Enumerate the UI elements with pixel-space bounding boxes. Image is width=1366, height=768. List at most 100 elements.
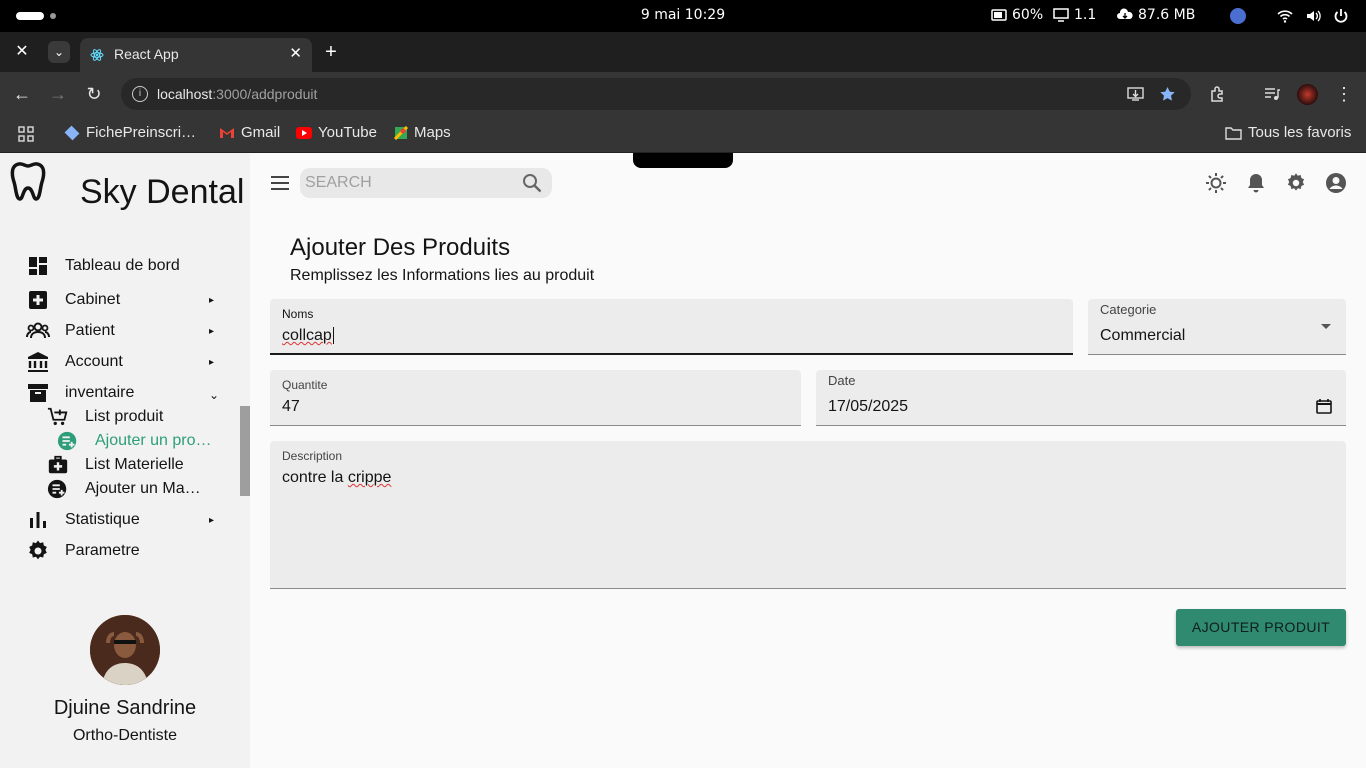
monitor-icon bbox=[1053, 8, 1069, 22]
description-field[interactable]: Description contre la crippe bbox=[270, 441, 1346, 589]
search-icon[interactable] bbox=[522, 173, 542, 193]
media-control-icon[interactable] bbox=[1263, 85, 1281, 103]
description-value[interactable]: contre la crippe bbox=[282, 469, 391, 487]
date-value[interactable]: 17/05/2025 bbox=[828, 398, 908, 416]
sidebar-item-parametre[interactable]: Parametre bbox=[26, 538, 140, 564]
screen-notch bbox=[633, 153, 733, 168]
tab-search-icon[interactable]: ⌄ bbox=[48, 41, 70, 63]
reload-icon[interactable]: ↻ bbox=[83, 83, 105, 105]
medical-kit-icon bbox=[48, 455, 68, 474]
calendar-icon[interactable] bbox=[1316, 398, 1332, 414]
app-indicator-icon[interactable] bbox=[1230, 8, 1246, 24]
sidebar-item-inventaire[interactable]: inventaire bbox=[26, 380, 134, 406]
bookmark-maps[interactable]: Maps bbox=[394, 124, 451, 141]
apps-grid-icon[interactable] bbox=[18, 126, 34, 142]
cube-icon bbox=[64, 125, 80, 140]
gmail-icon bbox=[220, 127, 234, 138]
address-bar[interactable]: i localhost:3000/addproduit bbox=[121, 78, 1191, 110]
search-placeholder: SEARCH bbox=[305, 174, 372, 191]
sidebar-subitem-list-produit[interactable]: List produit bbox=[47, 405, 163, 429]
date-field[interactable]: Date 17/05/2025 bbox=[816, 370, 1346, 426]
new-tab-icon[interactable]: + bbox=[320, 41, 342, 63]
sidebar: Sky Dental Tableau de bord Cabinet ▸ Pat… bbox=[0, 153, 250, 768]
battery-icon bbox=[991, 9, 1007, 21]
os-status-bar: 9 mai 10:29 60% 1.1 87.6 MB bbox=[0, 0, 1366, 32]
chevron-right-icon[interactable]: ▸ bbox=[209, 515, 214, 526]
sidebar-subitem-list-materielle[interactable]: List Materielle bbox=[47, 453, 184, 477]
all-bookmarks-folder[interactable]: Tous les favoris bbox=[1225, 124, 1351, 141]
bookmark-youtube[interactable]: YouTube bbox=[296, 124, 377, 141]
sidebar-item-statistique[interactable]: Statistique bbox=[26, 507, 140, 533]
quantite-field[interactable]: Quantite 47 bbox=[270, 370, 801, 426]
noms-label: Noms bbox=[282, 307, 314, 321]
description-label: Description bbox=[282, 449, 343, 463]
sidebar-item-account[interactable]: Account bbox=[26, 349, 123, 375]
sidebar-item-patient[interactable]: Patient bbox=[26, 318, 115, 344]
back-icon[interactable]: ← bbox=[11, 83, 33, 105]
power-icon[interactable] bbox=[1333, 8, 1349, 24]
memory-status: 87.6 MB bbox=[1116, 7, 1195, 23]
account-circle-icon[interactable] bbox=[1325, 172, 1347, 194]
chevron-right-icon[interactable]: ▸ bbox=[209, 295, 214, 306]
quantite-value[interactable]: 47 bbox=[282, 398, 300, 416]
sidebar-subitem-ajouter-produit[interactable]: Ajouter un pro… bbox=[57, 429, 212, 453]
display-status: 1.1 bbox=[1052, 7, 1096, 23]
chevron-down-icon[interactable]: ⌄ bbox=[209, 388, 219, 402]
install-app-icon[interactable] bbox=[1127, 86, 1144, 102]
avatar[interactable] bbox=[90, 615, 160, 685]
group-icon bbox=[26, 322, 50, 339]
settings-gear-icon[interactable] bbox=[1285, 172, 1307, 194]
categorie-select[interactable]: Categorie Commercial bbox=[1088, 299, 1346, 355]
sidebar-subitem-ajouter-materiel[interactable]: Ajouter un Ma… bbox=[47, 477, 201, 501]
user-role: Ortho-Dentiste bbox=[72, 727, 178, 744]
sidebar-item-tableau-de-bord[interactable]: Tableau de bord bbox=[26, 253, 180, 279]
react-logo-icon bbox=[90, 49, 104, 61]
hamburger-menu-icon[interactable] bbox=[270, 173, 290, 193]
chevron-right-icon[interactable]: ▸ bbox=[209, 357, 214, 368]
categorie-value: Commercial bbox=[1100, 327, 1186, 344]
extensions-icon[interactable] bbox=[1209, 85, 1227, 103]
playlist-add-icon bbox=[57, 431, 77, 451]
sidebar-item-cabinet[interactable]: Cabinet bbox=[26, 287, 120, 313]
dropdown-arrow-icon[interactable] bbox=[1320, 323, 1332, 331]
ajouter-produit-button[interactable]: AJOUTER PRODUIT bbox=[1176, 609, 1346, 646]
sidebar-scrollbar[interactable] bbox=[240, 406, 250, 496]
tab-react-app[interactable]: React App ✕ bbox=[80, 38, 312, 72]
memory-value: 87.6 MB bbox=[1138, 7, 1196, 23]
browser-tab-strip: ✕ ⌄ React App ✕ + bbox=[0, 32, 1366, 72]
medical-plus-icon bbox=[29, 291, 47, 309]
forward-icon[interactable]: → bbox=[47, 83, 69, 105]
theme-toggle-icon[interactable] bbox=[1205, 172, 1227, 194]
noms-field[interactable]: Noms collcap bbox=[270, 299, 1073, 355]
archive-icon bbox=[28, 384, 48, 402]
bar-chart-icon bbox=[30, 512, 46, 528]
playlist-add-icon bbox=[47, 479, 67, 499]
quantite-label: Quantite bbox=[282, 378, 328, 392]
close-window-icon[interactable]: ✕ bbox=[11, 41, 33, 63]
user-name: Djuine Sandrine bbox=[53, 697, 197, 719]
search-input[interactable]: SEARCH bbox=[300, 168, 552, 198]
close-tab-icon[interactable]: ✕ bbox=[289, 44, 302, 62]
dashboard-icon bbox=[29, 257, 47, 275]
notifications-bell-icon[interactable] bbox=[1245, 172, 1267, 194]
bookmark-fichepreinscri[interactable]: FichePreinscri… bbox=[64, 124, 196, 141]
youtube-icon bbox=[296, 126, 312, 139]
page-subtitle: Remplissez les Informations lies au prod… bbox=[290, 267, 595, 284]
page-title: Ajouter Des Produits bbox=[290, 234, 511, 261]
profile-avatar-icon[interactable] bbox=[1297, 84, 1318, 105]
bookmarks-bar: FichePreinscri… Gmail YouTube Maps Tous … bbox=[0, 116, 1366, 153]
url-text[interactable]: localhost:3000/addproduit bbox=[157, 86, 317, 102]
bookmark-gmail[interactable]: Gmail bbox=[219, 124, 280, 141]
bookmark-star-icon[interactable] bbox=[1159, 86, 1176, 102]
wifi-icon[interactable] bbox=[1277, 8, 1293, 24]
noms-value[interactable]: collcap bbox=[282, 327, 334, 345]
date-label: Date bbox=[828, 373, 856, 388]
browser-toolbar: ← → ↻ i localhost:3000/addproduit ⋮ bbox=[0, 72, 1366, 116]
tooth-logo-icon bbox=[10, 162, 46, 201]
chevron-right-icon[interactable]: ▸ bbox=[209, 326, 214, 337]
browser-menu-icon[interactable]: ⋮ bbox=[1333, 83, 1355, 105]
volume-icon[interactable] bbox=[1305, 8, 1321, 24]
site-info-icon[interactable]: i bbox=[132, 86, 148, 102]
brand-name: Sky Dental bbox=[80, 173, 245, 211]
brand[interactable]: Sky Dental bbox=[8, 161, 244, 211]
